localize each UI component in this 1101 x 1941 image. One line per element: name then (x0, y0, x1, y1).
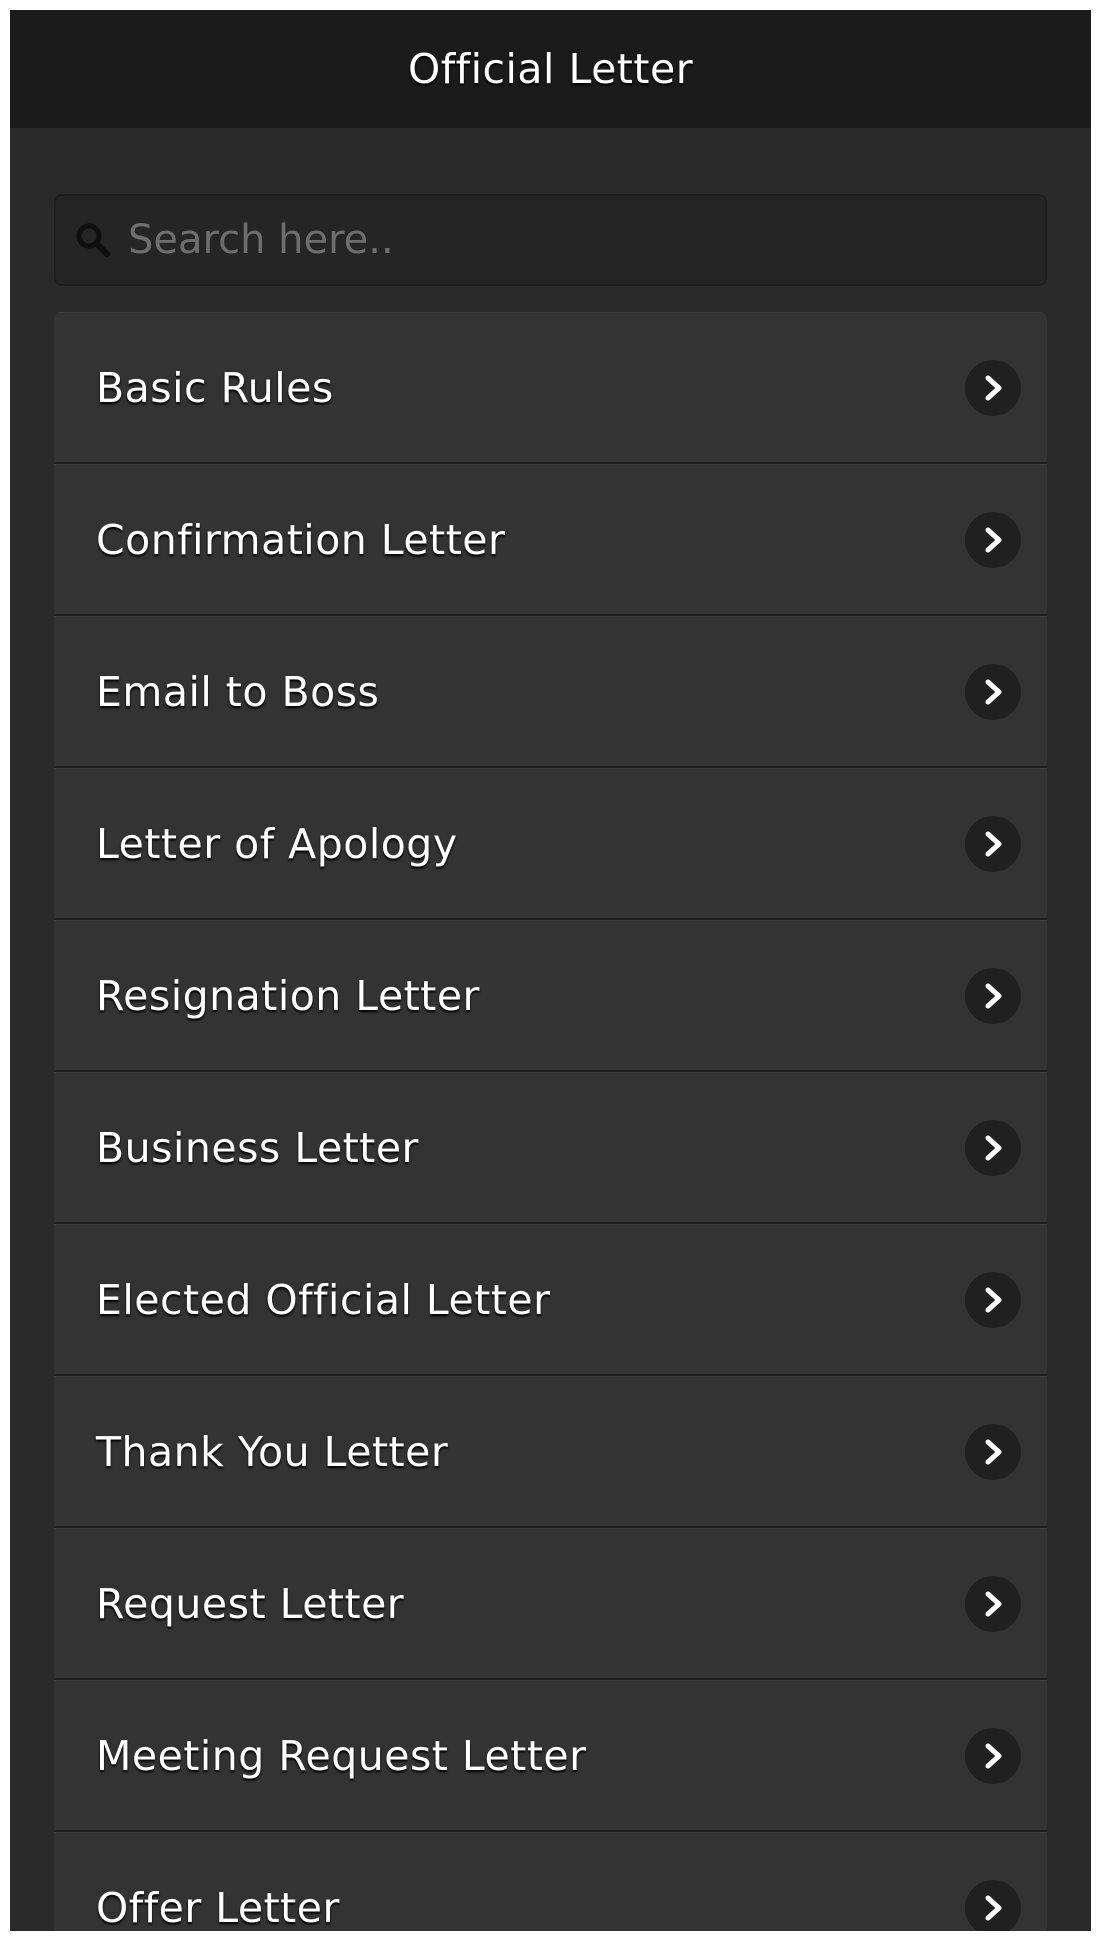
chevron-right-icon (965, 1119, 1021, 1176)
list-item-label: Resignation Letter (96, 971, 480, 1020)
list-item-label: Request Letter (96, 1579, 405, 1628)
chevron-right-icon (965, 1271, 1021, 1328)
chevron-right-icon (965, 1727, 1021, 1784)
list-item-label: Thank You Letter (96, 1427, 449, 1476)
letter-list: Basic Rules Confirmation Letter Email to B… (54, 312, 1047, 1931)
list-item[interactable]: Elected Official Letter (54, 1224, 1047, 1376)
search-input[interactable] (128, 217, 1008, 263)
chevron-right-icon (965, 967, 1021, 1024)
list-item[interactable]: Business Letter (54, 1072, 1047, 1224)
search-icon (68, 215, 118, 265)
page-title: Official Letter (407, 45, 694, 93)
app-screen: Official Letter Basic Rules Confirmation … (10, 10, 1091, 1931)
list-item-label: Business Letter (96, 1123, 419, 1172)
list-item-label: Elected Official Letter (96, 1275, 551, 1324)
list-item[interactable]: Request Letter (54, 1528, 1047, 1680)
list-item-label: Email to Boss (96, 667, 380, 716)
chevron-right-icon (965, 511, 1021, 568)
list-item[interactable]: Basic Rules (54, 312, 1047, 464)
list-item[interactable]: Letter of Apology (54, 768, 1047, 920)
list-item[interactable]: Resignation Letter (54, 920, 1047, 1072)
chevron-right-icon (965, 1575, 1021, 1632)
list-item[interactable]: Meeting Request Letter (54, 1680, 1047, 1832)
search-bar[interactable] (54, 194, 1047, 286)
chevron-right-icon (965, 1423, 1021, 1480)
list-item-label: Basic Rules (96, 363, 334, 412)
list-item[interactable]: Thank You Letter (54, 1376, 1047, 1528)
list-item-label: Meeting Request Letter (96, 1731, 587, 1780)
list-item-label: Offer Letter (96, 1883, 340, 1932)
chevron-right-icon (965, 815, 1021, 872)
list-item-label: Confirmation Letter (96, 515, 506, 564)
header-bar: Official Letter (10, 10, 1091, 128)
list-item[interactable]: Offer Letter (54, 1832, 1047, 1931)
chevron-right-icon (965, 663, 1021, 720)
chevron-right-icon (965, 359, 1021, 416)
list-item-label: Letter of Apology (96, 819, 458, 868)
list-item[interactable]: Confirmation Letter (54, 464, 1047, 616)
list-item[interactable]: Email to Boss (54, 616, 1047, 768)
chevron-right-icon (965, 1879, 1021, 1931)
